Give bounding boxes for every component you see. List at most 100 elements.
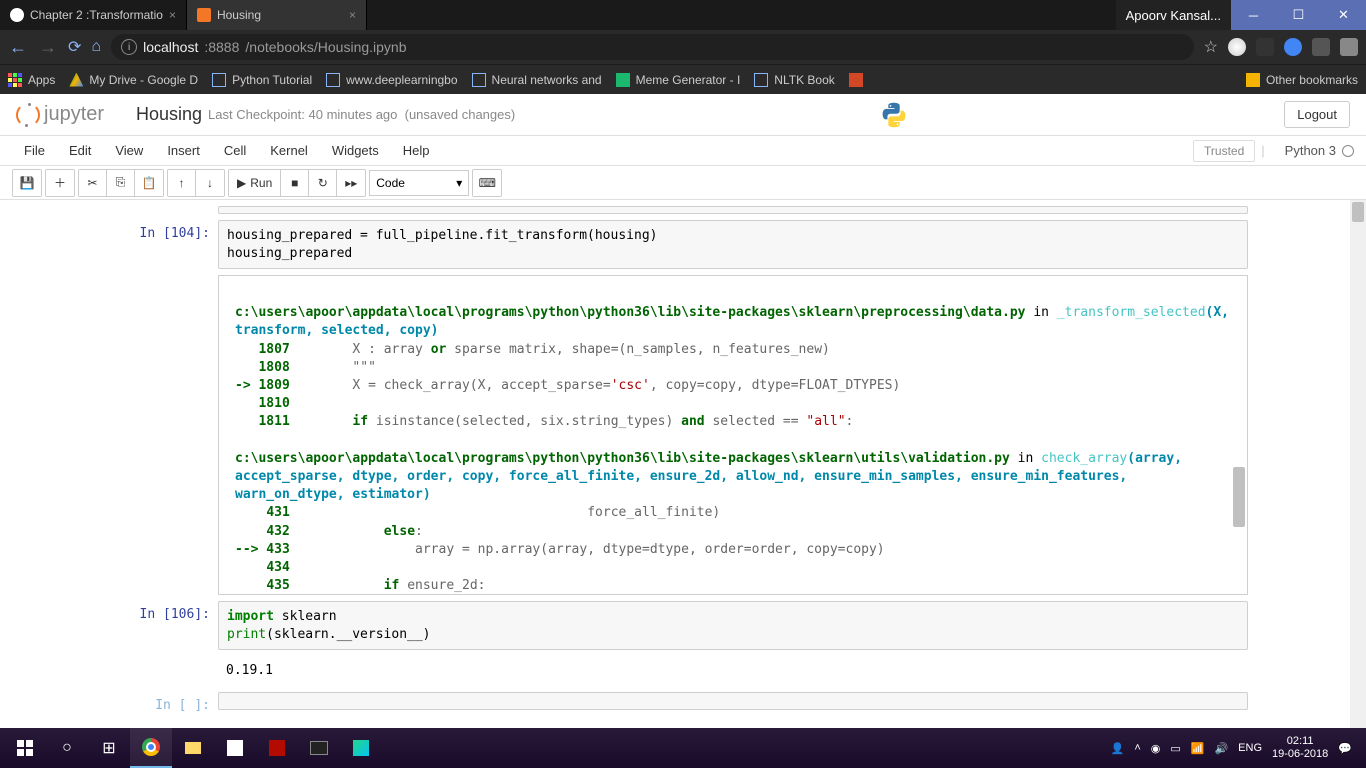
close-icon[interactable]: × [349, 8, 356, 22]
bookmark-star-icon[interactable]: ☆ [1204, 37, 1218, 57]
wifi-icon[interactable]: 📶 [1191, 742, 1205, 755]
menu-widgets[interactable]: Widgets [320, 143, 391, 158]
info-icon[interactable]: i [121, 39, 137, 55]
maximize-button[interactable]: ☐ [1276, 0, 1321, 30]
kernel-indicator[interactable]: Python 3 [1285, 143, 1354, 158]
people-icon[interactable]: 👤 [1111, 742, 1125, 755]
stop-button[interactable]: ■ [281, 170, 309, 196]
menu-help[interactable]: Help [391, 143, 442, 158]
bookmarks-bar: Apps My Drive - Google D Python Tutorial… [0, 64, 1366, 94]
pycharm-taskbar-icon[interactable] [340, 728, 382, 768]
explorer-taskbar-icon[interactable] [172, 728, 214, 768]
bookmark-item[interactable]: www.deeplearningbo [326, 73, 457, 87]
menu-insert[interactable]: Insert [155, 143, 212, 158]
bookmark-item[interactable]: Python Tutorial [212, 73, 312, 87]
page-scrollbar[interactable] [1350, 200, 1366, 728]
url-input[interactable]: i localhost :8888/notebooks/Housing.ipynb [111, 34, 1194, 60]
bookmark-item[interactable] [849, 73, 863, 87]
restart-run-button[interactable]: ▸▸ [337, 170, 365, 196]
back-button[interactable]: ← [8, 37, 28, 58]
extension-icon[interactable] [1256, 38, 1274, 56]
bookmark-item[interactable]: Neural networks and [472, 73, 602, 87]
menu-cell[interactable]: Cell [212, 143, 258, 158]
task-view-button[interactable]: ⊞ [88, 728, 130, 768]
battery-icon[interactable]: ▭ [1170, 742, 1180, 755]
jupyter-logo[interactable]: jupyter [16, 103, 126, 127]
close-button[interactable]: ✕ [1321, 0, 1366, 30]
volume-icon[interactable]: 🔊 [1214, 742, 1228, 755]
paste-button[interactable]: 📋 [135, 170, 163, 196]
notifications-icon[interactable]: 💬 [1338, 742, 1352, 755]
input-prompt: In [104]: [118, 220, 218, 269]
apps-icon [8, 73, 22, 87]
tray-chevron-icon[interactable]: ˄ [1134, 742, 1140, 754]
code-input[interactable]: import sklearn print(sklearn.__version__… [218, 601, 1248, 650]
code-input[interactable]: housing_prepared = full_pipeline.fit_tra… [218, 220, 1248, 269]
browser-user[interactable]: Apoorv Kansal... [1116, 0, 1231, 30]
forward-button[interactable]: → [38, 37, 58, 58]
scrollbar[interactable] [1233, 467, 1245, 527]
toolbar: 💾 ＋ ✂ ⎘ 📋 ↑ ↓ ▶ Run ■ ↻ ▸▸ Code▾ ⌨ [0, 166, 1366, 200]
tab-title: Housing [217, 8, 261, 22]
logout-button[interactable]: Logout [1284, 101, 1350, 128]
bookmark-item[interactable]: NLTK Book [754, 73, 834, 87]
window-controls: ─ ☐ ✕ [1231, 0, 1366, 30]
menu-view[interactable]: View [103, 143, 155, 158]
adobe-taskbar-icon[interactable] [256, 728, 298, 768]
input-prompt: In [ ]: [118, 692, 218, 713]
run-button[interactable]: ▶ Run [229, 170, 281, 196]
bookmark-item[interactable]: Meme Generator - I [616, 73, 741, 87]
extension-icon[interactable] [1228, 38, 1246, 56]
cortana-button[interactable]: ○ [46, 728, 88, 768]
notebook-cells[interactable]: In [104]: housing_prepared = full_pipeli… [0, 200, 1366, 728]
url-port: :8888 [204, 39, 239, 55]
cell-type-select[interactable]: Code▾ [369, 170, 469, 196]
close-icon[interactable]: × [169, 8, 176, 22]
notebook-name[interactable]: Housing [136, 104, 202, 125]
url-path: /notebooks/Housing.ipynb [245, 39, 406, 55]
browser-tab-active[interactable]: Housing × [187, 0, 367, 30]
clock[interactable]: 02:11 19-06-2018 [1272, 735, 1328, 761]
code-cell[interactable]: In [104]: housing_prepared = full_pipeli… [118, 220, 1248, 269]
code-cell[interactable]: In [ ]: [118, 692, 1248, 713]
move-down-button[interactable]: ↓ [196, 170, 224, 196]
reload-button[interactable]: ⟳ [68, 37, 81, 57]
minimize-button[interactable]: ─ [1231, 0, 1276, 30]
jupyter-circle-icon [16, 103, 40, 127]
code-input[interactable] [218, 692, 1248, 710]
traceback-output[interactable]: c:\users\apoor\appdata\local\programs\py… [218, 275, 1248, 595]
command-palette-button[interactable]: ⌨ [473, 170, 501, 196]
extension-icon[interactable] [1312, 38, 1330, 56]
imgur-icon [616, 73, 630, 87]
bookmark-item[interactable]: My Drive - Google D [69, 73, 198, 87]
github-icon [10, 8, 24, 22]
other-bookmarks[interactable]: Other bookmarks [1246, 73, 1358, 87]
extension-icon[interactable] [1340, 38, 1358, 56]
move-up-button[interactable]: ↑ [168, 170, 196, 196]
home-button[interactable]: ⌂ [91, 38, 101, 56]
cut-button[interactable]: ✂ [79, 170, 107, 196]
trusted-badge[interactable]: Trusted [1193, 140, 1255, 162]
start-button[interactable] [4, 728, 46, 768]
app-taskbar-icon[interactable] [214, 728, 256, 768]
terminal-taskbar-icon[interactable] [298, 728, 340, 768]
extension-icon[interactable] [1284, 38, 1302, 56]
browser-tab[interactable]: Chapter 2 :Transformatio × [0, 0, 187, 30]
chrome-taskbar-icon[interactable] [130, 728, 172, 768]
drive-icon [69, 73, 83, 87]
file-icon [472, 73, 486, 87]
menu-bar: File Edit View Insert Cell Kernel Widget… [0, 136, 1366, 166]
restart-button[interactable]: ↻ [309, 170, 337, 196]
add-cell-button[interactable]: ＋ [46, 170, 74, 196]
url-host: localhost [143, 39, 198, 55]
save-button[interactable]: 💾 [13, 170, 41, 196]
language-indicator[interactable]: ENG [1238, 742, 1262, 754]
copy-button[interactable]: ⎘ [107, 170, 135, 196]
menu-kernel[interactable]: Kernel [258, 143, 320, 158]
checkpoint-status: Last Checkpoint: 40 minutes ago (unsaved… [208, 107, 515, 122]
code-cell[interactable]: In [106]: import sklearn print(sklearn._… [118, 601, 1248, 650]
menu-file[interactable]: File [12, 143, 57, 158]
apps-button[interactable]: Apps [8, 73, 55, 87]
menu-edit[interactable]: Edit [57, 143, 103, 158]
location-icon[interactable]: ◉ [1151, 742, 1161, 755]
